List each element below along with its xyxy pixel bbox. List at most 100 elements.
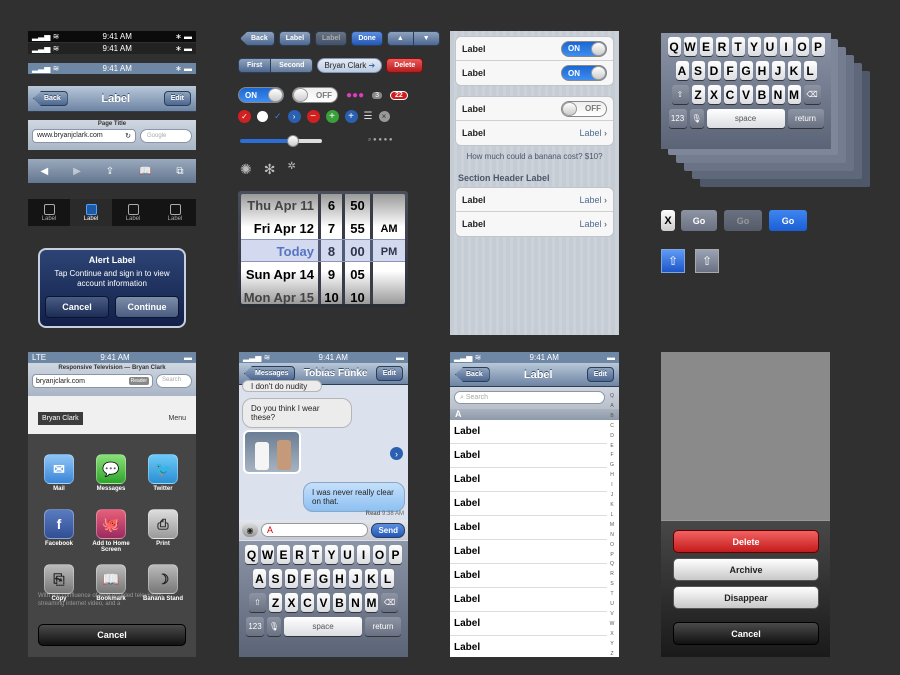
slider-thumb[interactable] — [287, 135, 299, 147]
index-letter[interactable]: Z — [610, 650, 613, 657]
index-letter[interactable]: W — [610, 620, 615, 630]
index-letter[interactable]: K — [610, 501, 613, 511]
backspace-key-icon[interactable]: ⌫ — [803, 85, 821, 104]
key[interactable]: P — [811, 37, 825, 56]
list-item[interactable]: Label — [450, 588, 607, 612]
index-letter[interactable]: P — [610, 551, 613, 561]
index-letter[interactable]: J — [611, 491, 614, 501]
list-item[interactable]: Label — [450, 468, 607, 492]
return-key[interactable]: return — [365, 617, 401, 636]
messages-back-button[interactable]: Messages — [244, 366, 296, 381]
key[interactable]: Q — [245, 545, 258, 564]
done-button[interactable]: Done — [351, 31, 383, 46]
back-arrow-icon[interactable]: ◀ — [40, 166, 48, 177]
key[interactable]: O — [795, 37, 809, 56]
bookmarks-icon[interactable]: 📖 — [139, 166, 151, 177]
index-letter[interactable]: O — [610, 541, 614, 551]
key[interactable]: N — [771, 85, 785, 104]
camera-icon[interactable]: ◉ — [242, 523, 258, 537]
key[interactable]: K — [365, 569, 378, 588]
key[interactable]: L — [803, 61, 817, 80]
segment-second[interactable]: Second — [271, 59, 313, 72]
shift-key-icon[interactable]: ⇧ — [671, 85, 689, 104]
reader-button[interactable]: Reader — [128, 377, 149, 385]
label-button-disabled[interactable]: Label — [315, 31, 348, 46]
key[interactable]: G — [739, 61, 753, 80]
url-field[interactable]: bryanjclark.com Reader — [32, 374, 153, 388]
label-button[interactable]: Label — [278, 31, 312, 46]
key[interactable]: W — [261, 545, 274, 564]
index-letter[interactable]: U — [610, 600, 614, 610]
action-cancel-button[interactable]: Cancel — [673, 622, 819, 645]
list-item[interactable]: Label — [450, 420, 607, 444]
index-letter[interactable]: Y — [610, 640, 613, 650]
index-letter[interactable]: G — [610, 461, 614, 471]
key[interactable]: F — [301, 569, 314, 588]
key[interactable]: V — [739, 85, 753, 104]
share-copy[interactable]: ⎘ Copy — [38, 564, 80, 602]
reload-icon[interactable]: ↻ — [125, 132, 131, 140]
back-button[interactable]: Back — [33, 91, 68, 106]
index-letter[interactable]: V — [610, 610, 613, 620]
action-delete-button[interactable]: Delete — [673, 530, 819, 553]
x-key[interactable]: X — [661, 210, 675, 231]
edit-button[interactable]: Edit — [163, 91, 191, 106]
microphone-icon[interactable]: 🎙 — [689, 109, 704, 128]
share-facebook[interactable]: f Facebook — [38, 509, 80, 547]
index-letter[interactable]: B — [610, 412, 613, 422]
index-letter[interactable]: Q — [610, 392, 614, 402]
checkmark-red-icon[interactable]: ✓ — [238, 110, 251, 123]
table-row[interactable]: Label Label › — [456, 121, 613, 145]
key[interactable]: M — [787, 85, 801, 104]
list-item[interactable]: Label — [450, 612, 607, 636]
page-control[interactable]: ⌕ ● ● ● ● — [368, 137, 393, 144]
index-letter[interactable]: S — [610, 580, 613, 590]
share-bookmark[interactable]: 📖 Bookmark — [90, 564, 132, 602]
key[interactable]: K — [787, 61, 801, 80]
key[interactable]: G — [317, 569, 330, 588]
key[interactable]: Z — [691, 85, 705, 104]
key[interactable]: D — [285, 569, 298, 588]
forward-arrow-icon[interactable]: ▶ — [73, 166, 81, 177]
photo-attachment[interactable] — [243, 430, 301, 474]
alert-cancel-button[interactable]: Cancel — [45, 295, 109, 318]
radio-empty-icon[interactable] — [257, 111, 268, 122]
key[interactable]: T — [309, 545, 322, 564]
share-add-home[interactable]: 🐙 Add to Home Screen — [90, 509, 132, 553]
key[interactable]: J — [349, 569, 362, 588]
list-item[interactable]: Label — [450, 636, 607, 657]
key[interactable]: H — [333, 569, 346, 588]
share-banana-stand[interactable]: ☽ Banana Stand — [142, 564, 184, 602]
key[interactable]: F — [723, 61, 737, 80]
disclosure-icon[interactable]: › — [390, 447, 403, 460]
key[interactable]: R — [715, 37, 729, 56]
slider[interactable] — [240, 135, 322, 147]
index-letter[interactable]: E — [610, 442, 613, 452]
list-item[interactable]: Label — [450, 516, 607, 540]
search-field[interactable]: Search — [156, 374, 192, 388]
go-button-blue[interactable]: Go — [769, 210, 807, 231]
space-key[interactable]: space — [706, 109, 785, 128]
edit-button[interactable]: Edit — [586, 367, 614, 382]
url-field[interactable]: www.bryanjclark.com ↻ — [32, 129, 136, 143]
numbers-key[interactable]: 123 — [668, 109, 687, 128]
add-icon[interactable]: + — [325, 110, 339, 123]
key[interactable]: M — [365, 593, 378, 612]
tabs-icon[interactable]: ⧉ — [176, 166, 183, 177]
key[interactable]: D — [707, 61, 721, 80]
numbers-key[interactable]: 123 — [246, 617, 264, 636]
disclosure-icon[interactable]: › — [287, 110, 301, 123]
alert-continue-button[interactable]: Continue — [115, 295, 179, 318]
key[interactable]: C — [301, 593, 314, 612]
key[interactable]: P — [389, 545, 402, 564]
key[interactable]: I — [779, 37, 793, 56]
key[interactable]: B — [755, 85, 769, 104]
key[interactable]: E — [699, 37, 713, 56]
index-letter[interactable]: T — [610, 590, 613, 600]
back-button[interactable]: Back — [455, 367, 490, 382]
share-print[interactable]: ⎙ Print — [142, 509, 184, 547]
key[interactable]: U — [763, 37, 777, 56]
down-arrow-icon[interactable]: ▼ — [413, 32, 439, 45]
key[interactable]: N — [349, 593, 362, 612]
index-letter[interactable]: H — [610, 471, 614, 481]
